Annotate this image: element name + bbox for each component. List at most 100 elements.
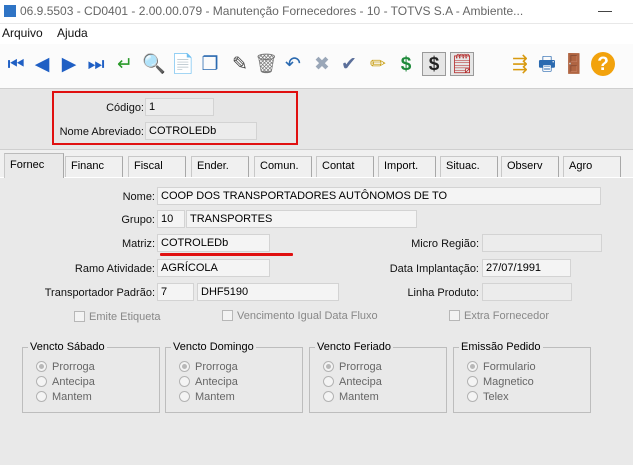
ramo-atividade-field[interactable]: AGRÍCOLA — [157, 259, 270, 277]
report-icon: 🗒 — [449, 53, 475, 75]
vencimento-igual-label: Vencimento Igual Data Fluxo — [237, 310, 378, 322]
radio-mantem[interactable] — [36, 391, 47, 402]
radio-formulario[interactable] — [467, 361, 478, 372]
emite-etiqueta-label: Emite Etiqueta — [89, 311, 161, 323]
menu-arquivo[interactable]: Arquivo — [2, 26, 43, 40]
app-icon — [4, 5, 16, 17]
tab-fornec[interactable]: Fornec — [4, 153, 64, 178]
radio-mantem[interactable] — [323, 391, 334, 402]
radio-mantem[interactable] — [179, 391, 190, 402]
vencimento-igual-checkbox[interactable] — [222, 310, 233, 321]
first-record-button[interactable]: ⏮ — [4, 52, 28, 76]
previous-record-icon: ◀ — [34, 53, 50, 75]
radio-label: Telex — [483, 391, 509, 403]
emite-etiqueta-checkbox[interactable] — [74, 311, 85, 322]
tab-situac[interactable]: Situac. — [440, 156, 498, 177]
radio-label: Antecipa — [339, 376, 382, 388]
copy-button[interactable]: ❐ — [198, 52, 222, 76]
transportador-padrao-label: Transportador Padrão: — [44, 287, 155, 299]
radio-antecipa[interactable] — [179, 376, 190, 387]
radio-prorroga[interactable] — [179, 361, 190, 372]
tab-import[interactable]: Import. — [378, 156, 436, 177]
confirm-icon: ✔ — [341, 53, 357, 75]
radio-antecipa[interactable] — [323, 376, 334, 387]
go-to-icon: ↵ — [117, 53, 133, 75]
radio-label: Mantem — [52, 391, 92, 403]
matriz-underline-annotation — [160, 253, 293, 256]
delete-button[interactable]: 🗑 — [254, 52, 278, 76]
new-record-button[interactable]: 📄 — [171, 52, 195, 76]
edit-button[interactable]: ✎ — [228, 52, 252, 76]
dollar-list-button[interactable]: $ — [422, 52, 446, 76]
dollar-button[interactable]: $ — [394, 52, 418, 76]
nome-label: Nome: — [122, 191, 155, 203]
print-icon: 🖶 — [538, 53, 556, 75]
extra-fornecedor-checkbox[interactable] — [449, 310, 460, 321]
radio-label: Antecipa — [195, 376, 238, 388]
radio-label: Prorroga — [52, 361, 95, 373]
new-record-icon: 📄 — [171, 53, 195, 75]
tab-fiscal[interactable]: Fiscal — [128, 156, 186, 177]
tab-ender[interactable]: Ender. — [191, 156, 249, 177]
nome-field[interactable]: COOP DOS TRANSPORTADORES AUTÔNOMOS DE TO — [157, 187, 601, 205]
pencil-icon: ✏ — [370, 53, 386, 75]
linha-produto-field[interactable] — [482, 283, 572, 301]
codigo-label: Código: — [106, 102, 144, 114]
dollar-icon: $ — [400, 53, 412, 75]
tab-observ[interactable]: Observ — [501, 156, 559, 177]
print-button[interactable]: 🖶 — [535, 52, 559, 76]
last-record-button[interactable]: ⏭ — [84, 52, 108, 76]
go-to-button[interactable]: ↵ — [113, 52, 137, 76]
previous-record-button[interactable]: ◀ — [30, 52, 54, 76]
transportador-code-field[interactable]: 7 — [157, 283, 194, 301]
search-button[interactable]: 🔍 — [142, 52, 166, 76]
undo-icon: ↶ — [285, 53, 301, 75]
nome-abreviado-field[interactable]: COTROLEDb — [145, 122, 257, 140]
help-icon: ? — [597, 53, 609, 75]
next-record-button[interactable]: ▶ — [57, 52, 81, 76]
tab-agro[interactable]: Agro — [563, 156, 621, 177]
group-title: Vencto Sábado — [28, 341, 107, 353]
radio-prorroga[interactable] — [323, 361, 334, 372]
radio-label: Mantem — [339, 391, 379, 403]
grupo-desc-field: TRANSPORTES — [186, 210, 417, 228]
confirm-button[interactable]: ✔ — [337, 52, 361, 76]
tab-contat[interactable]: Contat — [316, 156, 374, 177]
dollar-list-icon: $ — [428, 53, 440, 75]
minimize-icon[interactable] — [598, 11, 612, 12]
radio-telex[interactable] — [467, 391, 478, 402]
radio-prorroga[interactable] — [36, 361, 47, 372]
tab-comun[interactable]: Comun. — [254, 156, 312, 177]
exit-icon: 🚪 — [562, 53, 586, 75]
window-title: 06.9.5503 - CD0401 - 2.00.00.079 - Manut… — [20, 4, 524, 18]
tab-financ[interactable]: Financ — [65, 156, 123, 177]
hierarchy-icon: ⇶ — [512, 53, 528, 75]
data-implantacao-label: Data Implantação: — [389, 263, 479, 275]
exit-button[interactable]: 🚪 — [562, 52, 586, 76]
data-implantacao-field[interactable]: 27/07/1991 — [482, 259, 571, 277]
pencil-button[interactable]: ✏ — [366, 52, 390, 76]
group-title: Vencto Domingo — [171, 341, 256, 353]
hierarchy-button[interactable]: ⇶ — [508, 52, 532, 76]
micro-regiao-field[interactable] — [482, 234, 602, 252]
first-record-icon: ⏮ — [7, 53, 25, 75]
nome-abreviado-label: Nome Abreviado: — [59, 126, 144, 138]
report-button[interactable]: 🗒 — [450, 52, 474, 76]
matriz-field[interactable]: COTROLEDb — [157, 234, 270, 252]
undo-button[interactable]: ↶ — [281, 52, 305, 76]
menu-ajuda[interactable]: Ajuda — [57, 26, 88, 40]
radio-label: Mantem — [195, 391, 235, 403]
next-record-icon: ▶ — [61, 53, 77, 75]
matriz-label: Matriz: — [122, 238, 155, 250]
transportador-desc-field: DHF5190 — [197, 283, 339, 301]
copy-icon: ❐ — [201, 53, 219, 75]
search-icon: 🔍 — [142, 53, 166, 75]
radio-label: Antecipa — [52, 376, 95, 388]
help-button[interactable]: ? — [591, 52, 615, 76]
cancel-button[interactable]: ✖ — [310, 52, 334, 76]
grupo-code-field[interactable]: 10 — [157, 210, 185, 228]
cancel-icon: ✖ — [314, 53, 330, 75]
radio-antecipa[interactable] — [36, 376, 47, 387]
codigo-field[interactable]: 1 — [145, 98, 214, 116]
radio-magnetico[interactable] — [467, 376, 478, 387]
